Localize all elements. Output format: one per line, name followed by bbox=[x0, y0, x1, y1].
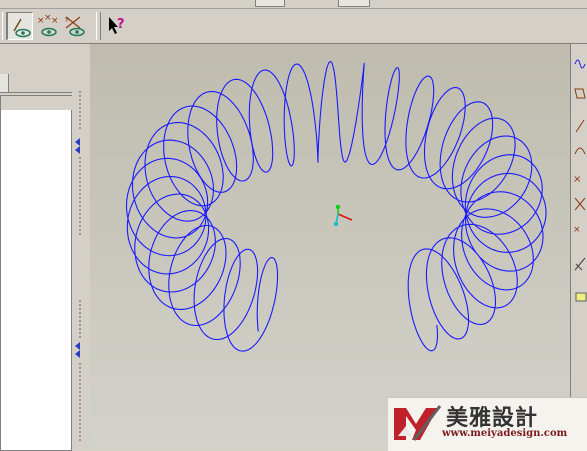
coordinate-triad bbox=[333, 204, 353, 227]
plane-icon[interactable] bbox=[573, 84, 587, 104]
title-strip bbox=[0, 0, 587, 9]
collapse-arrow-icon[interactable] bbox=[75, 138, 80, 146]
view-toolbar: × × × Y ? bbox=[0, 9, 587, 44]
dimension-icon[interactable] bbox=[573, 254, 587, 274]
arc-icon[interactable] bbox=[573, 140, 587, 160]
splitter-grip bbox=[78, 362, 82, 442]
panel-splitter[interactable] bbox=[72, 44, 90, 450]
helix-icon[interactable] bbox=[573, 54, 587, 74]
model-tree-header bbox=[0, 74, 72, 93]
toolbar-separator bbox=[96, 12, 101, 40]
svg-text:Y: Y bbox=[64, 17, 69, 24]
model-tree-list[interactable] bbox=[0, 110, 72, 451]
watermark-url: www.meiyadesign.com bbox=[442, 428, 568, 439]
point-array-icon[interactable]: × bbox=[573, 220, 587, 240]
curve-eye-icon bbox=[13, 18, 31, 38]
collapse-arrow-icon[interactable] bbox=[75, 146, 80, 154]
watermark: 美雅設計 www.meiyadesign.com bbox=[388, 397, 587, 451]
svg-text:×: × bbox=[51, 16, 59, 26]
whats-this-button[interactable]: ? bbox=[104, 12, 130, 40]
top-selector[interactable] bbox=[338, 0, 370, 7]
helix-curve-canvas bbox=[125, 61, 547, 352]
collapse-arrow-icon[interactable] bbox=[75, 350, 80, 358]
points-eye-icon: × × × bbox=[37, 14, 59, 37]
feature-toolbar: × × bbox=[570, 44, 587, 450]
graphics-viewport[interactable] bbox=[90, 44, 570, 450]
svg-text:×: × bbox=[573, 174, 581, 185]
axes-visibility-button[interactable]: Y bbox=[62, 12, 88, 40]
brand-logo-icon bbox=[394, 405, 442, 441]
splitter-grip bbox=[78, 299, 82, 339]
model-tree-column-header[interactable] bbox=[0, 95, 73, 111]
points-visibility-button[interactable]: × × × bbox=[35, 12, 61, 40]
point-icon[interactable]: × bbox=[573, 168, 587, 188]
svg-text:?: ? bbox=[117, 17, 125, 32]
svg-text:×: × bbox=[573, 225, 581, 235]
collapse-arrow-icon[interactable] bbox=[75, 342, 80, 350]
model-tree-tab[interactable] bbox=[0, 74, 9, 92]
line-icon[interactable] bbox=[573, 116, 587, 136]
axes-eye-icon: Y bbox=[64, 16, 85, 37]
csys-icon[interactable] bbox=[573, 194, 587, 214]
top-dropdown[interactable] bbox=[255, 0, 285, 7]
splitter-grip bbox=[78, 156, 82, 236]
whats-this-icon: ? bbox=[109, 17, 125, 34]
sketch-icon[interactable] bbox=[573, 288, 587, 308]
splitter-grip-top bbox=[78, 90, 82, 130]
curve-visibility-button[interactable] bbox=[7, 12, 33, 40]
